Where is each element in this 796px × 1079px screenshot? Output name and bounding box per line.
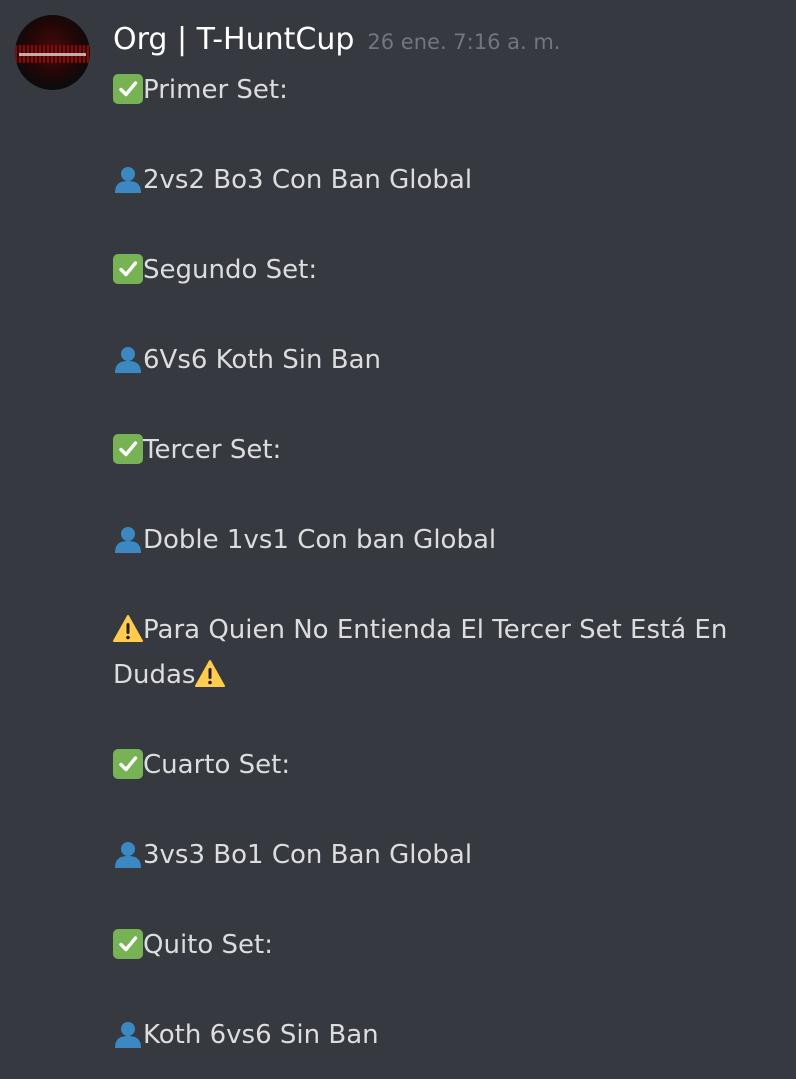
- chat-message: Org | T-HuntCup 26 ene. 7:16 a. m. Prime…: [0, 0, 796, 1079]
- timestamp[interactable]: 26 ene. 7:16 a. m.: [367, 30, 560, 54]
- person-icon: [113, 839, 143, 869]
- check-icon: [113, 928, 143, 959]
- message-line: Segundo Set:: [113, 248, 773, 293]
- line-text: Doble 1vs1 Con ban Global: [143, 525, 497, 555]
- check-icon: [113, 73, 143, 104]
- message-line: 2vs2 Bo3 Con Ban Global: [113, 158, 773, 203]
- message-line: Cuarto Set:: [113, 743, 773, 788]
- line-text: 2vs2 Bo3 Con Ban Global: [143, 165, 473, 195]
- check-icon: [113, 433, 143, 464]
- message-line: Quito Set:: [113, 923, 773, 968]
- avatar-graphic-line: [19, 53, 86, 56]
- message-line: Koth 6vs6 Sin Ban: [113, 1013, 773, 1058]
- check-icon: [113, 253, 143, 284]
- line-text: Primer Set:: [143, 75, 288, 105]
- message-line: 3vs3 Bo1 Con Ban Global: [113, 833, 773, 878]
- person-icon: [113, 524, 143, 554]
- warning-icon: [195, 659, 226, 689]
- warning-icon: [113, 614, 143, 644]
- line-text: Segundo Set:: [143, 255, 318, 285]
- message-line: Tercer Set:: [113, 428, 773, 473]
- line-text: Koth 6vs6 Sin Ban: [143, 1020, 379, 1050]
- username[interactable]: Org | T-HuntCup: [113, 22, 354, 57]
- message-header: Org | T-HuntCup 26 ene. 7:16 a. m.: [113, 22, 561, 64]
- person-icon: [113, 1019, 143, 1049]
- check-icon: [113, 748, 143, 779]
- avatar[interactable]: [15, 15, 90, 90]
- message-line: 6Vs6 Koth Sin Ban: [113, 338, 773, 383]
- message-content: Primer Set: 2vs2 Bo3 Con Ban Global Segu…: [113, 68, 773, 1058]
- message-line: Doble 1vs1 Con ban Global: [113, 518, 773, 563]
- person-icon: [113, 344, 143, 374]
- line-text: Quito Set:: [143, 930, 273, 960]
- line-text: 6Vs6 Koth Sin Ban: [143, 345, 381, 375]
- line-text: 3vs3 Bo1 Con Ban Global: [143, 840, 473, 870]
- message-line: Primer Set:: [113, 68, 773, 113]
- line-text: Tercer Set:: [143, 435, 282, 465]
- message-line: Para Quien No Entienda El Tercer Set Est…: [113, 608, 773, 698]
- line-text: Cuarto Set:: [143, 750, 291, 780]
- person-icon: [113, 164, 143, 194]
